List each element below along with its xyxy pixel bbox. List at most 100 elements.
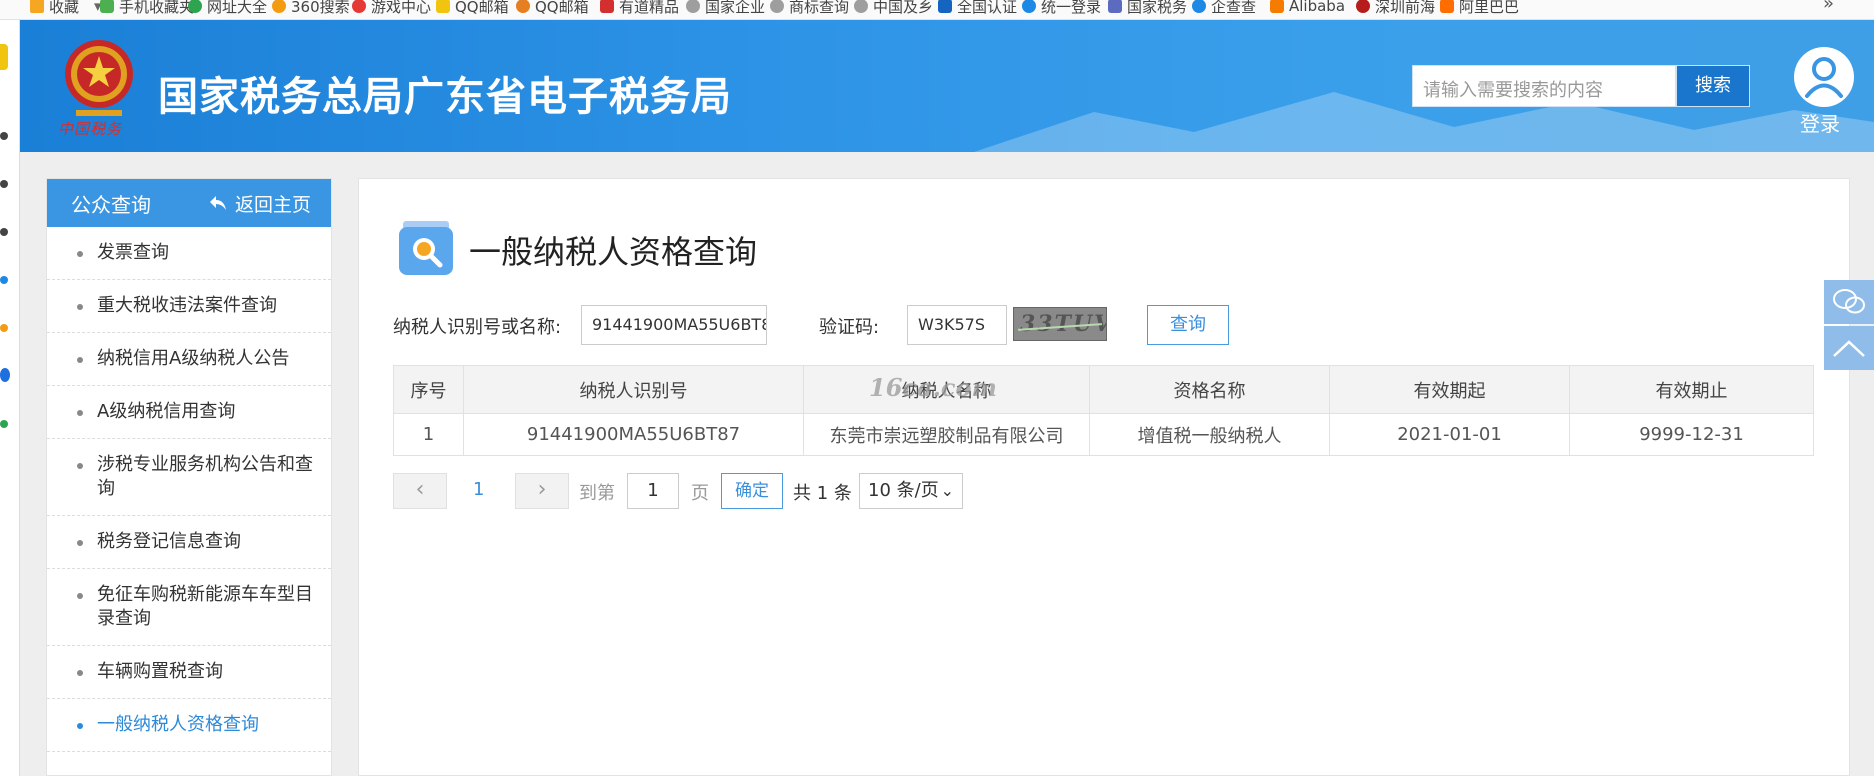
column-header: 序号 [393, 365, 464, 414]
bookmark-item[interactable]: 有道精品 [600, 0, 679, 18]
shield-check-icon [1022, 0, 1036, 13]
bookmarks-bar: 收藏 ▾ 手机收藏夹 网址大全 360搜索 游戏中心 QQ邮箱 QQ邮箱 有道精品… [0, 0, 1874, 20]
column-header: 纳税人识别号 [463, 365, 804, 414]
bullet-icon [77, 540, 83, 546]
user-avatar[interactable] [1794, 47, 1854, 107]
bullet-icon [77, 251, 83, 257]
back-home-link[interactable]: 返回主页 [209, 190, 311, 217]
sidebar-item-new-energy-catalog[interactable]: 免征车购税新能源车车型目录查询 [47, 569, 331, 646]
sidebar-item-a-credit-notice[interactable]: 纳税信用A级纳税人公告 [47, 333, 331, 386]
sidebar-item-registration-info[interactable]: 税务登记信息查询 [47, 516, 331, 569]
globe-icon [770, 0, 784, 13]
sidebar-app-icon[interactable] [0, 420, 8, 428]
bookmark-item[interactable]: 国家税务 [1108, 0, 1187, 18]
captcha-image[interactable]: 33TUVY [1013, 307, 1107, 341]
bullet-icon [77, 410, 83, 416]
alibaba-icon [1440, 0, 1454, 13]
goto-confirm-button[interactable]: 确定 [721, 473, 783, 509]
sidebar-item-a-credit-query[interactable]: A级纳税信用查询 [47, 386, 331, 439]
page-unit-label: 页 [691, 483, 709, 504]
emblem-caption: 中国税务 [58, 120, 123, 138]
sidebar-app-icon[interactable] [0, 324, 8, 332]
sidebar-item-vehicle-tax[interactable]: 车辆购置税查询 [47, 646, 331, 699]
captcha-input[interactable]: W3K57S [907, 305, 1007, 345]
bookmark-item[interactable]: 360搜索 [272, 0, 350, 18]
phone-icon [100, 0, 114, 13]
sidebar-item-service-agencies[interactable]: 涉税专业服务机构公告和查询 [47, 439, 331, 516]
back-to-top-button[interactable] [1824, 326, 1874, 370]
bullet-icon [77, 304, 83, 310]
column-header: 资格名称 [1089, 365, 1330, 414]
table-cell: 2021-01-01 [1329, 413, 1570, 456]
sidebar-app-icon[interactable] [0, 368, 10, 382]
bookmark-item[interactable]: QQ邮箱 [436, 0, 509, 18]
wechat-icon [1833, 289, 1865, 314]
bookmark-item[interactable]: 商标查询 [770, 0, 849, 18]
next-page-button[interactable]: › [515, 473, 569, 509]
bookmark-item[interactable]: 统一登录 [1022, 0, 1101, 18]
bookmark-item[interactable]: 网址大全 [188, 0, 267, 18]
bullet-icon [77, 670, 83, 676]
sidebar-app-icon[interactable] [0, 276, 8, 284]
bullet-icon [77, 463, 83, 469]
column-header: 有效期起 [1329, 365, 1570, 414]
sidebar-app-icon[interactable] [0, 44, 8, 70]
bookmark-item[interactable]: Alibaba [1270, 0, 1345, 18]
browser-sidebar [0, 20, 20, 776]
bookmark-item[interactable]: 游戏中心 [352, 0, 431, 18]
bookmark-item[interactable]: 国家企业 [686, 0, 765, 18]
sidebar-item-invoice[interactable]: 发票查询 [47, 227, 331, 280]
tax-icon [1108, 0, 1122, 13]
search-button[interactable]: 搜索 [1676, 65, 1750, 107]
sidebar-header: 公众查询 返回主页 [47, 179, 331, 227]
page-title: 一般纳税人资格查询 [469, 233, 758, 271]
sidebar-item-general-taxpayer[interactable]: 一般纳税人资格查询 [47, 699, 331, 752]
certificate-icon [938, 0, 952, 13]
table-cell: 1 [393, 413, 464, 456]
globe-icon [854, 0, 868, 13]
table-row: 1 91441900MA55U6BT87 东莞市崇远塑胶制品有限公司 增值税一般… [393, 413, 1814, 456]
bookmark-item[interactable]: 中国及乡 [854, 0, 933, 18]
search-input[interactable]: 请输入需要搜索的内容 [1412, 65, 1676, 107]
sidebar-item-violation-cases[interactable]: 重大税收违法案件查询 [47, 280, 331, 333]
wechat-float-button[interactable] [1824, 280, 1874, 324]
globe-icon [188, 0, 202, 13]
taxpayer-id-input[interactable]: 91441900MA55U6BT87 [581, 305, 767, 345]
main-panel: 一般纳税人资格查询 纳税人识别号或名称: 91441900MA55U6BT87 … [358, 178, 1850, 776]
site-title[interactable]: 国家税务总局广东省电子税务局 [158, 64, 732, 122]
sidebar-app-icon[interactable] [0, 228, 8, 236]
page-size-select[interactable]: 10 条/页 ⌄ [859, 473, 963, 509]
bookmark-item[interactable]: 企查查 [1192, 0, 1256, 18]
alibaba-icon [1270, 0, 1284, 13]
bookmark-item[interactable]: 手机收藏夹 [100, 0, 194, 18]
chevron-down-icon: ⌄ [940, 481, 954, 500]
folder-icon [436, 0, 450, 13]
prev-page-button[interactable]: ‹ [393, 473, 447, 509]
bookmark-item[interactable]: 全国认证 [938, 0, 1017, 18]
bookmark-item[interactable]: 深圳前海 [1356, 0, 1435, 18]
user-icon [1805, 57, 1843, 98]
goto-label: 到第 [579, 483, 615, 504]
query-page-icon [399, 221, 453, 275]
table-header-row: 序号 纳税人识别号 纳税人名称 资格名称 有效期起 有效期止 [393, 365, 1814, 414]
results-table: 序号 纳税人识别号 纳税人名称 资格名称 有效期起 有效期止 1 9144190… [393, 365, 1814, 456]
login-link[interactable]: 登录 [1800, 108, 1840, 137]
goto-page-input[interactable]: 1 [627, 473, 679, 509]
left-sidebar: 公众查询 返回主页 发票查询 重大税收违法案件查询 纳税信用A级纳税人公告 A级… [46, 178, 332, 776]
query-button[interactable]: 查询 [1147, 305, 1229, 345]
bookmark-item[interactable]: 收藏 ▾ [30, 0, 102, 18]
captcha-label: 验证码: [819, 317, 880, 338]
bookmark-item[interactable]: QQ邮箱 [516, 0, 589, 18]
table-cell: 9999-12-31 [1569, 413, 1814, 456]
back-home-label: 返回主页 [234, 193, 311, 216]
sidebar-app-icon[interactable] [0, 180, 8, 188]
search-icon [1192, 0, 1206, 13]
globe-icon [686, 0, 700, 13]
taxpayer-id-label: 纳税人识别号或名称: [393, 317, 562, 338]
bookmarks-overflow-button[interactable]: » [1823, 0, 1834, 14]
emblem-icon [1356, 0, 1370, 13]
column-header: 有效期止 [1569, 365, 1814, 414]
page-number-current[interactable]: 1 [473, 479, 484, 500]
bookmark-item[interactable]: 阿里巴巴 [1440, 0, 1519, 18]
sidebar-app-icon[interactable] [0, 132, 8, 140]
